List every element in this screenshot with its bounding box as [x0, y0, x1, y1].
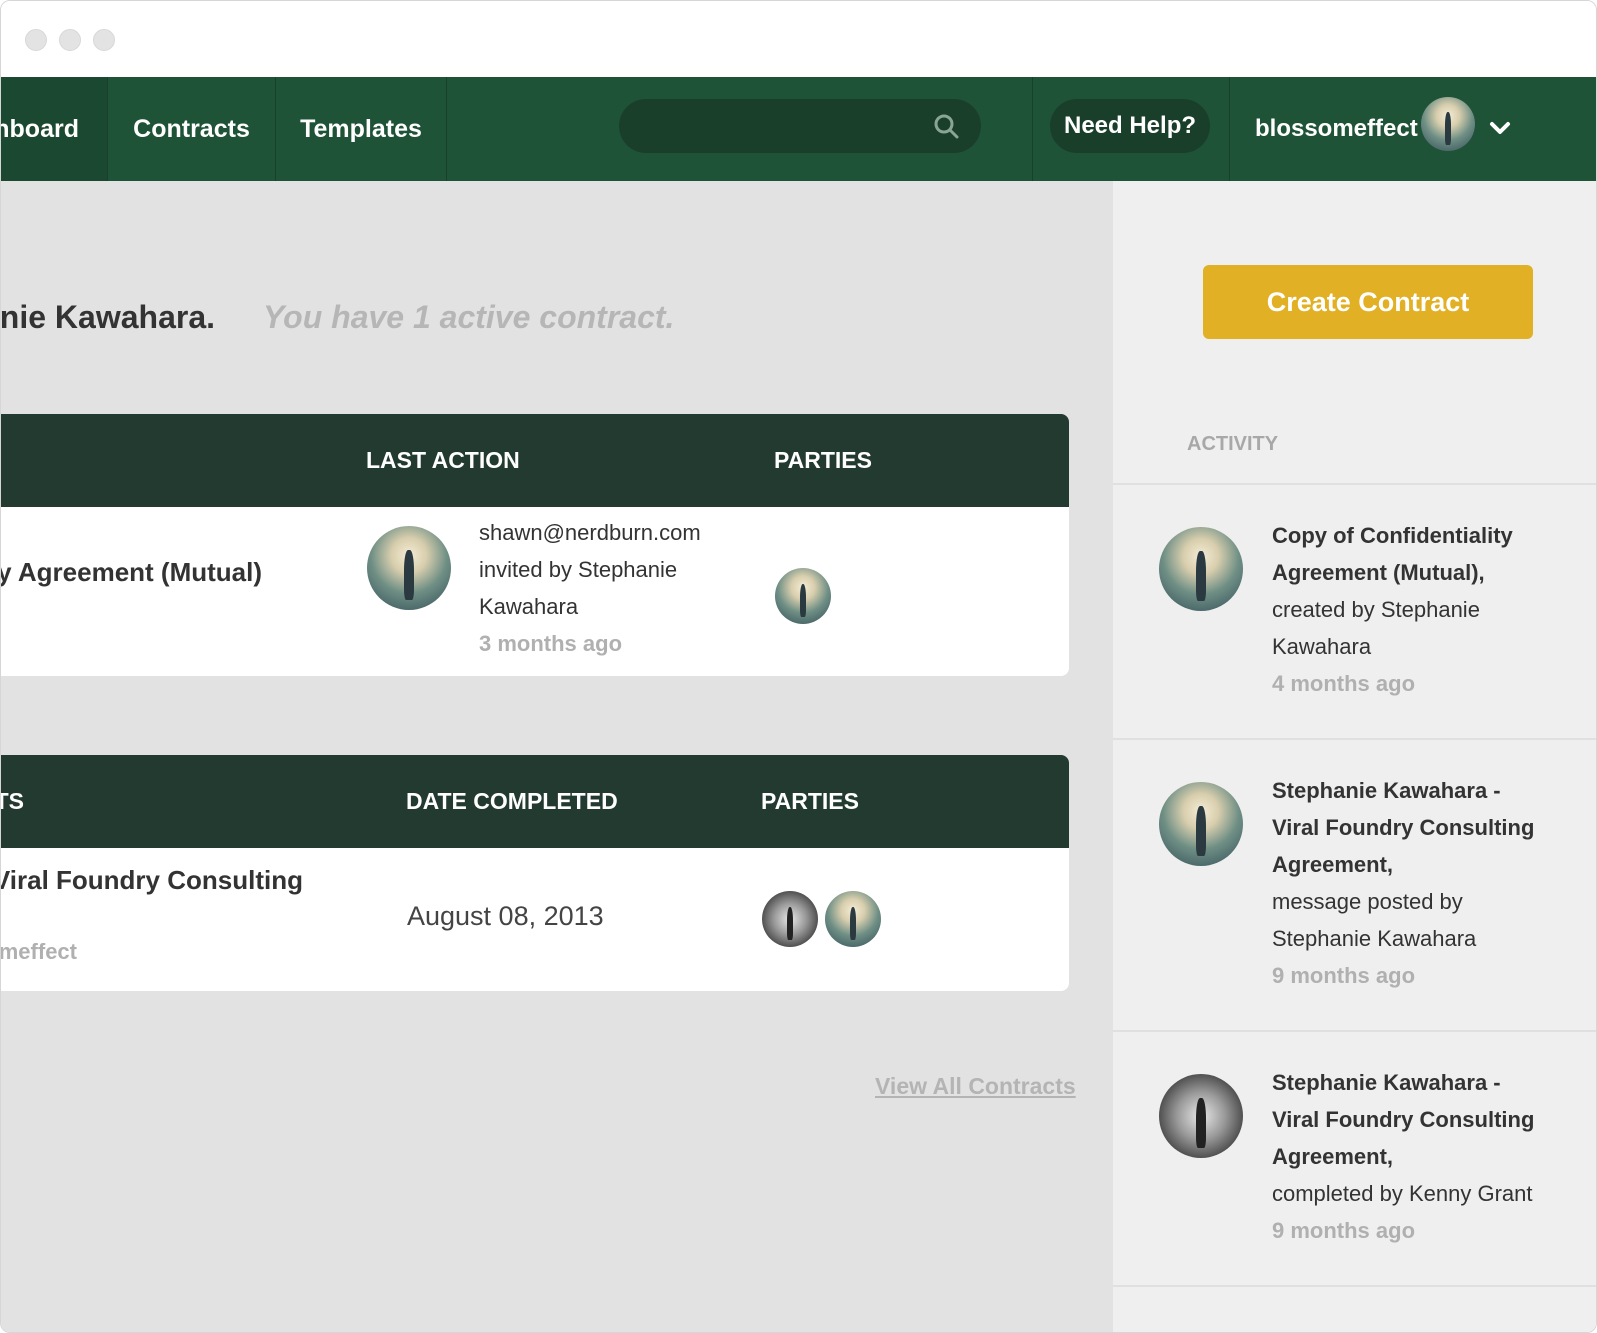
- activity-avatar: [1159, 1074, 1243, 1158]
- activity-sidebar: Create Contract ACTIVITY Copy of Confide…: [1113, 181, 1596, 1332]
- column-header-date-completed: DATE COMPLETED: [406, 788, 618, 814]
- search-icon[interactable]: [933, 113, 959, 139]
- need-help-button[interactable]: Need Help?: [1050, 99, 1210, 153]
- create-contract-button[interactable]: Create Contract: [1203, 265, 1533, 339]
- active-contract-summary: You have 1 active contract.: [263, 299, 675, 335]
- activity-time: 9 months ago: [1272, 1218, 1416, 1243]
- nav-dashboard[interactable]: Dashboard: [1, 77, 108, 181]
- active-contracts-table: LAST ACTION PARTIES Copy of Confidential…: [1, 414, 1069, 676]
- user-menu-name[interactable]: blossomeffect: [1255, 77, 1418, 181]
- activity-avatar: [1159, 527, 1243, 611]
- greeting-title: Welcome, Stephanie Kawahara.: [0, 299, 215, 335]
- nav-contracts-label: Contracts: [133, 115, 250, 143]
- column-header-last-action: LAST ACTION: [366, 447, 520, 473]
- nav-dashboard-label: Dashboard: [1, 115, 79, 143]
- activity-text: Stephanie Kawahara - Viral Foundry Consu…: [1272, 1064, 1592, 1249]
- browser-window: Dashboard Contracts Templates Need Help?…: [0, 0, 1597, 1333]
- contract-owner: blossomeffect: [0, 939, 77, 964]
- party-avatar[interactable]: [825, 891, 881, 947]
- contract-title-link[interactable]: Copy of Confidentiality Agreement (Mutua…: [1, 557, 262, 588]
- activity-heading: ACTIVITY: [1187, 433, 1279, 455]
- party-avatar[interactable]: [775, 568, 831, 624]
- nav-divider: [1229, 77, 1230, 181]
- column-header-contracts: COMPLETED CONTRACTS: [1, 788, 24, 814]
- date-completed: August 08, 2013: [407, 901, 604, 931]
- minimize-window-button[interactable]: [59, 29, 81, 51]
- activity-time: 9 months ago: [1272, 963, 1416, 988]
- chevron-down-icon[interactable]: [1487, 115, 1513, 141]
- nav-templates[interactable]: Templates: [276, 77, 447, 181]
- activity-item[interactable]: Stephanie Kawahara - Viral Foundry Consu…: [1113, 738, 1596, 1030]
- top-nav: Dashboard Contracts Templates Need Help?…: [1, 77, 1596, 181]
- window-titlebar: [1, 1, 1596, 77]
- nav-divider: [1032, 77, 1033, 181]
- nav-templates-label: Templates: [300, 115, 422, 143]
- column-header-parties: PARTIES: [761, 788, 859, 814]
- contract-title-link[interactable]: Stephanie Kawahara - Viral Foundry Consu…: [1, 865, 303, 896]
- activity-avatar: [1159, 782, 1243, 866]
- last-action-description: shawn@nerdburn.com invited by Stephanie …: [479, 514, 701, 662]
- user-avatar[interactable]: [1421, 97, 1475, 151]
- last-action-avatar: [367, 526, 451, 610]
- activity-time: 4 months ago: [1272, 671, 1416, 696]
- completed-contracts-table: COMPLETED CONTRACTS DATE COMPLETED PARTI…: [0, 755, 1069, 991]
- last-action-time: 3 months ago: [479, 631, 623, 656]
- table-header: LAST ACTION PARTIES: [1, 414, 1069, 507]
- table-header: COMPLETED CONTRACTS DATE COMPLETED PARTI…: [1, 755, 1069, 848]
- activity-text: Stephanie Kawahara - Viral Foundry Consu…: [1272, 772, 1572, 994]
- maximize-window-button[interactable]: [93, 29, 115, 51]
- close-window-button[interactable]: [25, 29, 47, 51]
- search-input[interactable]: [619, 99, 981, 153]
- party-avatar[interactable]: [762, 891, 818, 947]
- activity-text: Copy of Confidentiality Agreement (Mutua…: [1272, 517, 1572, 702]
- nav-contracts[interactable]: Contracts: [108, 77, 276, 181]
- column-header-parties: PARTIES: [774, 447, 872, 473]
- activity-item[interactable]: [1113, 1285, 1596, 1332]
- activity-item[interactable]: Stephanie Kawahara - Viral Foundry Consu…: [1113, 1030, 1596, 1285]
- activity-item[interactable]: Copy of Confidentiality Agreement (Mutua…: [1113, 483, 1596, 738]
- dashboard-main: Welcome, Stephanie Kawahara. You have 1 …: [0, 181, 1113, 1332]
- view-all-contracts-link[interactable]: View All Contracts: [875, 1073, 1076, 1100]
